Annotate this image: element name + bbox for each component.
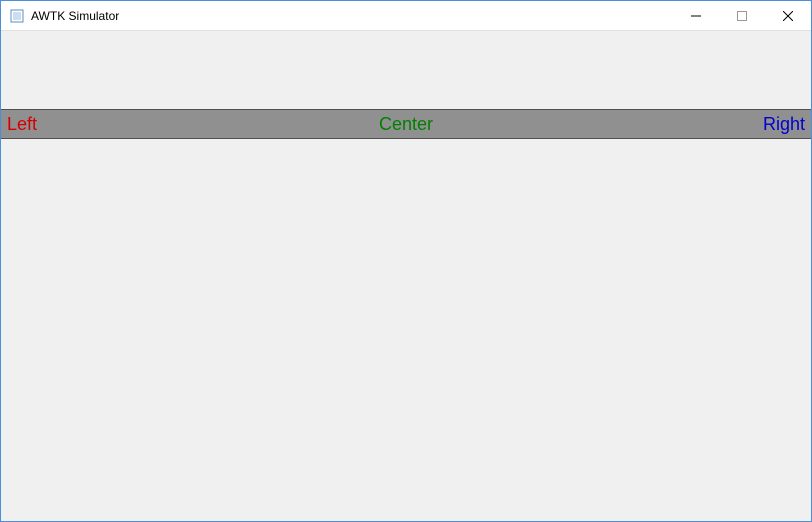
- center-label: Center: [273, 114, 539, 135]
- maximize-button[interactable]: [719, 1, 765, 30]
- window-title: AWTK Simulator: [31, 9, 119, 23]
- close-button[interactable]: [765, 1, 811, 30]
- left-label: Left: [7, 114, 273, 135]
- minimize-button[interactable]: [673, 1, 719, 30]
- client-area: Left Center Right: [1, 31, 811, 521]
- alignment-bar: Left Center Right: [1, 109, 811, 139]
- window-frame: AWTK Simulator Left Center Right: [0, 0, 812, 522]
- window-controls: [673, 1, 811, 30]
- titlebar[interactable]: AWTK Simulator: [1, 1, 811, 31]
- app-icon: [9, 8, 25, 24]
- right-label: Right: [539, 114, 805, 135]
